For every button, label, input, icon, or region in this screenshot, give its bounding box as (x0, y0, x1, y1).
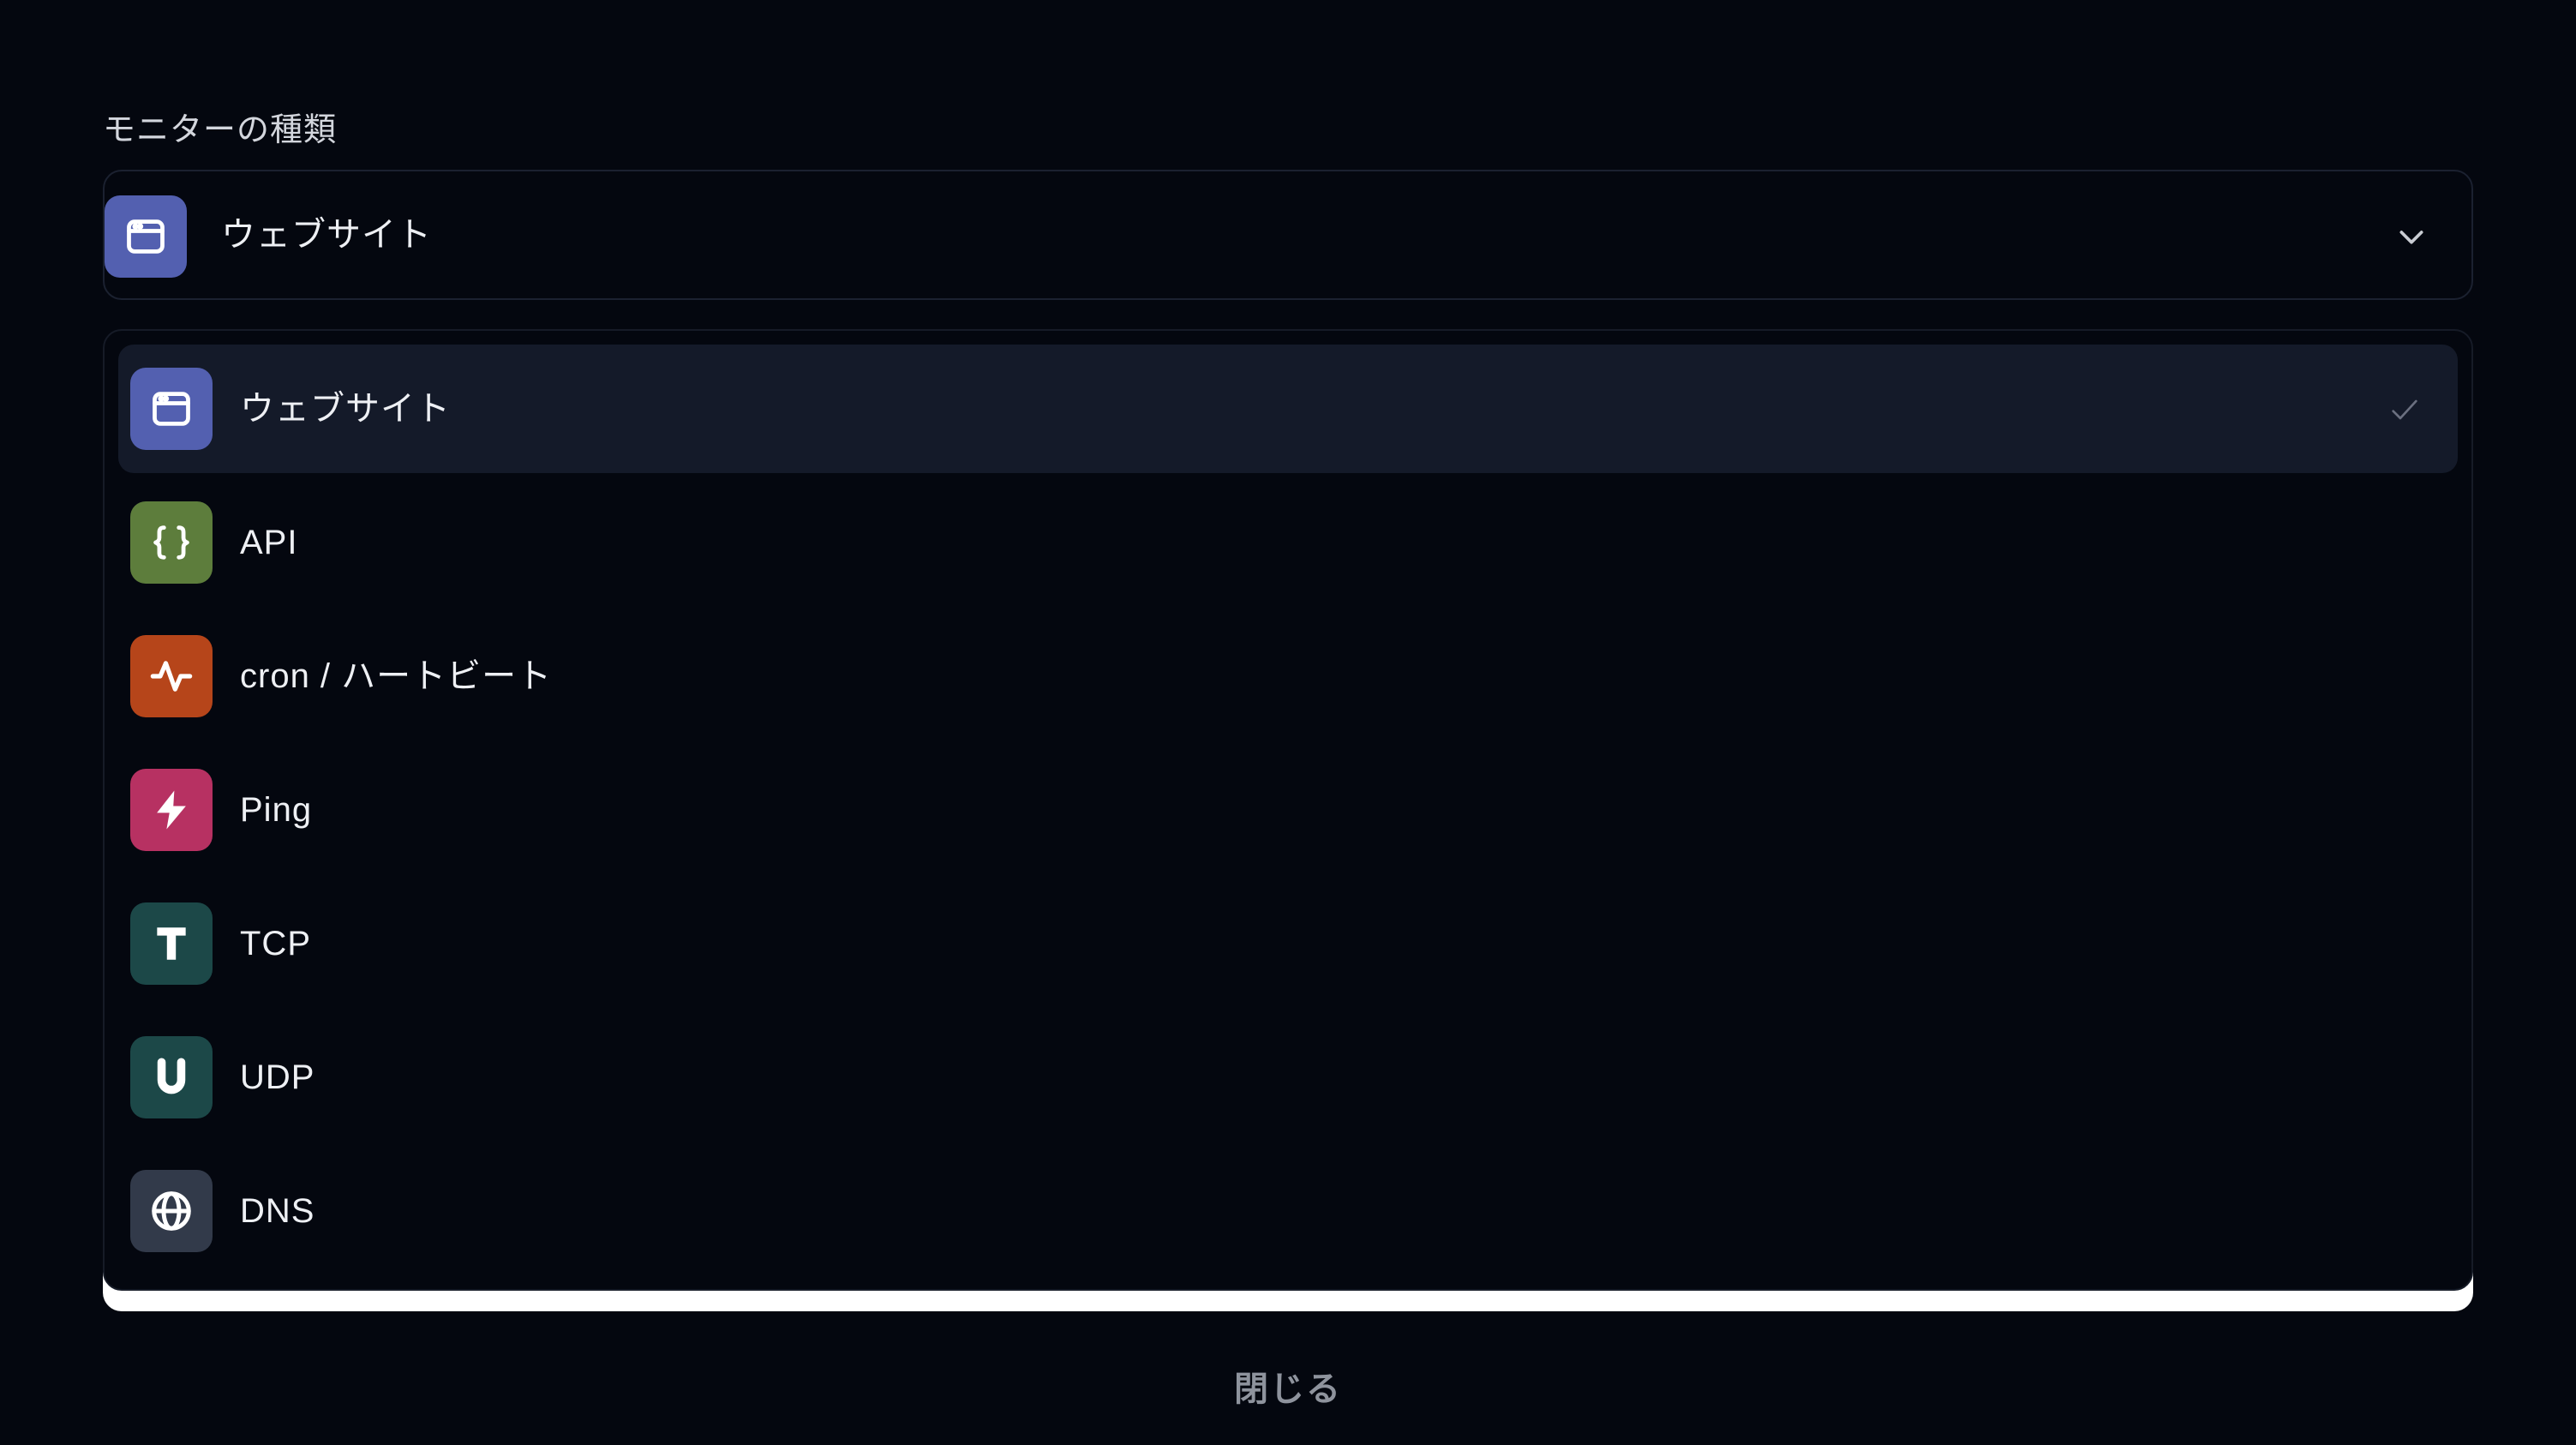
browser-window-icon (130, 368, 213, 450)
browser-window-icon (105, 195, 187, 278)
option-website[interactable]: ウェブサイト (118, 345, 2458, 473)
check-icon (2392, 399, 2417, 420)
option-label: UDP (240, 1058, 315, 1096)
lightning-bolt-icon (130, 769, 213, 851)
option-dns[interactable]: DNS (118, 1147, 2458, 1275)
monitor-type-select[interactable]: ウェブサイト (103, 170, 2473, 300)
option-udp[interactable]: UDP (118, 1013, 2458, 1142)
option-label: API (240, 524, 298, 561)
monitor-type-dialog: モニターの種類 ウェブサイト ウェブサイト API cron / ハートビート … (0, 0, 2576, 1445)
close-button[interactable]: 閉じる (0, 1361, 2576, 1411)
option-label: DNS (240, 1192, 315, 1230)
option-label: Ping (240, 791, 313, 829)
letter-u-icon (130, 1036, 213, 1118)
option-label: ウェブサイト (240, 390, 451, 428)
globe-icon (130, 1170, 213, 1252)
option-label: cron / ハートビート (240, 657, 553, 695)
selected-value: ウェブサイト (221, 216, 432, 254)
option-api[interactable]: API (118, 478, 2458, 607)
chevron-down-icon[interactable] (2394, 219, 2429, 254)
option-label: TCP (240, 925, 311, 962)
option-cron-heartbeat[interactable]: cron / ハートビート (118, 612, 2458, 740)
monitor-type-options: ウェブサイト API cron / ハートビート Ping TCP UDP DN… (103, 329, 2473, 1291)
letter-t-icon (130, 902, 213, 985)
pulse-icon (130, 635, 213, 717)
option-tcp[interactable]: TCP (118, 879, 2458, 1008)
option-ping[interactable]: Ping (118, 746, 2458, 874)
monitor-type-label: モニターの種類 (103, 112, 338, 148)
curly-braces-icon (130, 501, 213, 584)
